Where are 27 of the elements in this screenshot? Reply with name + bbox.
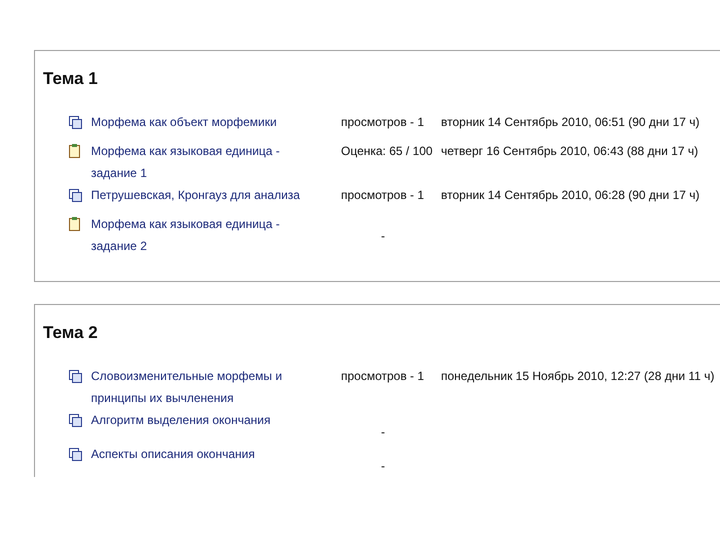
activity-link[interactable]: Аспекты описания окончания xyxy=(91,443,341,477)
activity-info: - xyxy=(380,424,386,441)
document-icon xyxy=(69,414,82,427)
activity-info: - xyxy=(380,228,386,245)
activity-info: просмотров - 1 xyxy=(341,368,426,385)
activity-link[interactable]: Словоизменительные морфемы и принципы их вычленения xyxy=(91,365,341,409)
activity-link[interactable]: Морфема как языковая единица - задание 1 xyxy=(91,140,341,184)
clipboard-icon xyxy=(69,144,80,158)
document-icon xyxy=(69,189,82,202)
clipboard-icon xyxy=(69,217,80,231)
activity-info: - xyxy=(380,458,386,475)
section-heading: Тема 2 xyxy=(43,323,99,343)
activity-date: вторник 14 Сентябрь 2010, 06:51 (90 дни 17 ч) xyxy=(441,114,701,131)
activity-date: вторник 14 Сентябрь 2010, 06:28 (90 дни 17 ч) xyxy=(441,187,701,204)
activity-link[interactable]: Морфема как объект морфемики xyxy=(91,111,341,140)
activity-date: четверг 16 Сентябрь 2010, 06:43 (88 дни 17 ч) xyxy=(441,143,700,160)
activity-link[interactable]: Морфема как языковая единица - задание 2 xyxy=(91,213,341,257)
activity-info: просмотров - 1 xyxy=(341,114,426,131)
activity-info: просмотров - 1 xyxy=(341,187,426,204)
activity-date: понедельник 15 Ноябрь 2010, 12:27 (28 дни 11 ч) xyxy=(441,368,716,385)
section-heading: Тема 1 xyxy=(43,69,99,89)
document-icon xyxy=(69,448,82,461)
activity-link[interactable]: Петрушевская, Кронгауз для анализа xyxy=(91,184,341,213)
document-icon xyxy=(69,116,82,129)
activity-link[interactable]: Алгоритм выделения окончания xyxy=(91,409,341,443)
activity-info: Оценка: 65 / 100 xyxy=(341,143,434,160)
document-icon xyxy=(69,370,82,383)
